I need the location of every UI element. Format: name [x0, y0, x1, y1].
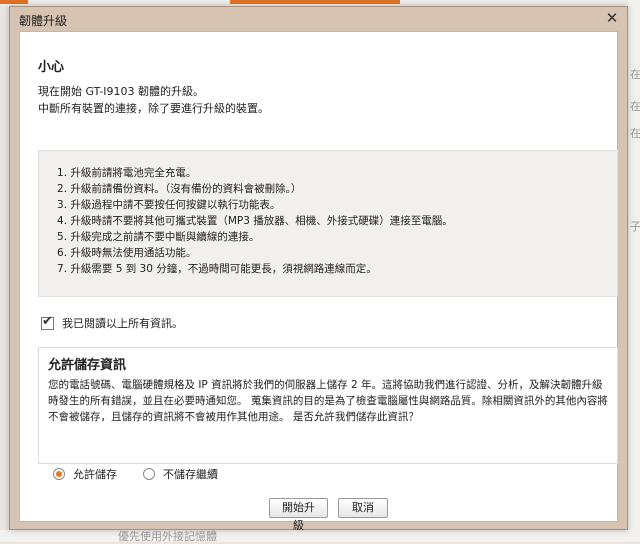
instruction-item: 5. 升級完成之前請不要中斷與續線的連接。 [57, 231, 260, 243]
agree-label[interactable]: 我已閱讀以上所有資訊。 [62, 315, 183, 331]
agree-checkbox-row[interactable]: ✔ 我已閱讀以上所有資訊。 [41, 313, 183, 331]
allow-storage-option[interactable]: 允許儲存 [53, 466, 117, 482]
deny-storage-label[interactable]: 不儲存繼續 [163, 466, 218, 482]
close-icon[interactable]: ✕ [603, 9, 621, 27]
start-upgrade-button[interactable]: 開始升級 [269, 498, 328, 532]
background-tab-accent [0, 0, 28, 4]
checkmark-icon: ✔ [42, 313, 53, 329]
background-app-bottom [0, 530, 640, 542]
allow-storage-radio[interactable] [53, 468, 65, 480]
instruction-item: 6. 升級時無法使用通話功能。 [57, 247, 197, 259]
deny-storage-option[interactable]: 不儲存繼續 [143, 466, 218, 482]
consent-title: 允許儲存資訊 [48, 358, 127, 373]
instruction-item: 4. 升級時請不要將其他可攜式裝置（MP3 播放器、相機、外接式硬碟）連接至電腦… [57, 215, 453, 227]
allow-storage-label[interactable]: 允許儲存 [73, 466, 117, 482]
background-text: 在 [630, 127, 640, 140]
instruction-item: 3. 升級過程中請不要按任何按鍵以執行功能表。 [57, 199, 281, 211]
background-text: 在 [630, 100, 640, 113]
instructions-panel: 1. 升級前請將電池完全充電。 2. 升級前請備份資料。（沒有備份的資料會被刪除… [38, 150, 618, 297]
cancel-button[interactable]: 取消 [338, 498, 388, 518]
background-text: 在 [630, 68, 640, 81]
caution-heading: 小心 [38, 60, 65, 75]
background-app-right-edge: 在 在 在 子 [628, 0, 640, 542]
caution-text: 現在開始 GT-I9103 韌體的升級。 [38, 85, 205, 98]
storage-radio-group: 允許儲存 不儲存繼續 [53, 466, 244, 482]
firmware-upgrade-dialog: 韌體升級 ✕ 小心 現在開始 GT-I9103 韌體的升級。 中斷所有裝置的連接… [9, 6, 628, 532]
background-text: 子 [630, 220, 640, 233]
dialog-title: 韌體升級 [19, 14, 68, 28]
instructions-list: 1. 升級前請將電池完全充電。 2. 升級前請備份資料。（沒有備份的資料會被刪除… [57, 165, 453, 277]
dialog-content: 小心 現在開始 GT-I9103 韌體的升級。 中斷所有裝置的連接，除了要進行升… [19, 31, 618, 532]
dialog-button-bar: 開始升級 取消 [269, 498, 398, 532]
instruction-item: 1. 升級前請將電池完全充電。 [57, 167, 197, 179]
deny-storage-radio[interactable] [143, 468, 155, 480]
agree-checkbox[interactable]: ✔ [41, 313, 54, 330]
background-tab-accent [230, 0, 400, 4]
dialog-titlebar[interactable]: 韌體升級 ✕ [10, 7, 627, 31]
caution-text: 中斷所有裝置的連接，除了要進行升級的裝置。 [38, 102, 269, 115]
consent-panel: 允許儲存資訊 您的電話號碼、電腦硬體規格及 IP 資訊將於我們的伺服器上儲存 2… [38, 347, 618, 464]
instruction-item: 2. 升級前請備份資料。（沒有備份的資料會被刪除。） [57, 183, 302, 195]
instruction-item: 7. 升級需要 5 到 30 分鐘，不過時間可能更長，須視網路連線而定。 [57, 263, 377, 275]
consent-body: 您的電話號碼、電腦硬體規格及 IP 資訊將於我們的伺服器上儲存 2 年。這將協助… [48, 379, 608, 423]
